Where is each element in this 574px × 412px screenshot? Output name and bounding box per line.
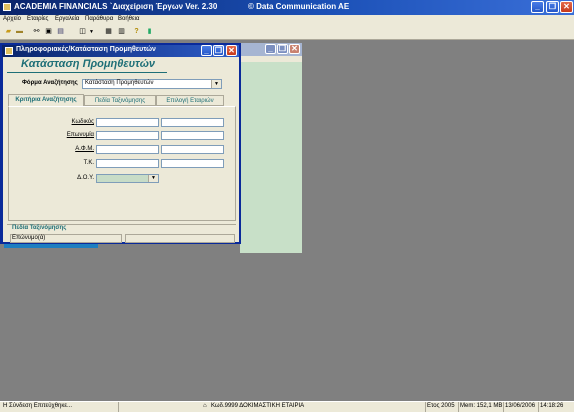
code-from-field[interactable] bbox=[96, 118, 159, 127]
time-status: 14:18:26 bbox=[540, 403, 564, 409]
name-to-field[interactable] bbox=[161, 131, 224, 140]
tab-sort-fields[interactable]: Πεδία Ταξινόμησης bbox=[84, 95, 156, 106]
minimize-button[interactable]: _ bbox=[265, 44, 276, 54]
dialog-title: Πληροφοριακές/Κατάσταση Προμηθευτών bbox=[16, 46, 156, 53]
page-title-text: Κατάσταση Προμηθευτών bbox=[21, 58, 156, 70]
dialog-title-bar: Πληροφοριακές/Κατάσταση Προμηθευτών _ ❐ … bbox=[2, 45, 239, 57]
postcode-to-field[interactable] bbox=[161, 159, 224, 168]
afm-to-field[interactable] bbox=[161, 145, 224, 154]
sort-secondary-field[interactable] bbox=[125, 234, 235, 243]
menu-companies[interactable]: Εταιρίες bbox=[27, 16, 48, 22]
background-window-title: _ ❐ ✕ bbox=[240, 43, 302, 56]
help-icon[interactable]: ? bbox=[132, 28, 141, 36]
calendar-icon[interactable]: ▥ bbox=[117, 28, 126, 36]
minimize-button[interactable]: _ bbox=[201, 45, 212, 56]
date-status: 13/06/2006 bbox=[505, 403, 536, 409]
field-label-postcode: Τ.Κ. bbox=[83, 160, 94, 166]
year-status: Ετος 2005 bbox=[427, 403, 455, 409]
status-bar: Η Σύνδεση Επιτεύχθηκε... ⌂ Κωδ.9999 ΔΟΚΙ… bbox=[0, 401, 574, 412]
preview-icon[interactable]: ▤ bbox=[56, 28, 65, 36]
menu-help[interactable]: Βοήθεια bbox=[118, 16, 140, 22]
sort-section: Πεδία Ταξινόμησης Επώνυμο(ά) bbox=[7, 224, 236, 243]
sort-value-field[interactable]: Επώνυμο(ά) bbox=[10, 234, 122, 243]
name-from-field[interactable] bbox=[96, 131, 159, 140]
home-icon: ⌂ bbox=[203, 403, 207, 409]
grid-icon[interactable]: ▦ bbox=[104, 28, 113, 36]
form-label: Φόρμα Αναζήτησης bbox=[22, 80, 78, 86]
chevron-down-icon[interactable]: ▼ bbox=[211, 80, 221, 88]
tax-office-select[interactable]: ▼ bbox=[96, 174, 159, 183]
app-company: © Data Communication AE bbox=[248, 2, 350, 11]
menu-file[interactable]: Αρχείο bbox=[3, 16, 21, 22]
maximize-button[interactable]: ❐ bbox=[277, 44, 288, 54]
folder-icon[interactable]: ▬ bbox=[15, 28, 24, 36]
menu-tools[interactable]: Εργαλεία bbox=[55, 16, 79, 22]
menu-bar: Αρχείο Εταιρίες Εργαλεία Παράθυρα Βοήθει… bbox=[0, 15, 574, 25]
dropdown-arrow-icon[interactable]: ▼ bbox=[87, 28, 96, 36]
field-label-tax-office: Δ.Ο.Υ. bbox=[77, 175, 94, 181]
layout-icon[interactable]: ◫ bbox=[78, 28, 87, 36]
postcode-from-field[interactable] bbox=[96, 159, 159, 168]
background-window bbox=[240, 43, 302, 253]
code-to-field[interactable] bbox=[161, 118, 224, 127]
company-status: Κωδ.9999 ΔΟΚΙΜΑΣΤΙΚΗ ΕΤΑΙΡΙΑ bbox=[211, 403, 305, 409]
open-folder-icon[interactable]: ▰ bbox=[4, 28, 13, 36]
print-icon[interactable]: ▣ bbox=[44, 28, 53, 36]
afm-from-field[interactable] bbox=[96, 145, 159, 154]
exit-door-icon[interactable]: ▮ bbox=[145, 28, 154, 36]
close-button[interactable]: ✕ bbox=[560, 1, 573, 13]
tab-company-select[interactable]: Επιλογή Εταιριών bbox=[156, 95, 224, 106]
close-button[interactable]: ✕ bbox=[226, 45, 237, 56]
tab-label: Πεδία Ταξινόμησης bbox=[94, 98, 146, 104]
sort-section-label: Πεδία Ταξινόμησης bbox=[12, 225, 67, 231]
window-icon bbox=[5, 47, 13, 55]
app-title: ACADEMIA FINANCIALS `Διαχείριση Έργων Ve… bbox=[14, 2, 218, 11]
page-title: Κατάσταση Προμηθευτών bbox=[7, 58, 167, 73]
memory-status: Mem: 152,1 MB bbox=[460, 403, 503, 409]
form-select[interactable]: Κατάσταση Προμηθευτών ▼ bbox=[82, 79, 222, 89]
form-select-value: Κατάσταση Προμηθευτών bbox=[85, 80, 154, 86]
maximize-button[interactable]: ❐ bbox=[546, 1, 559, 13]
minimize-button[interactable]: _ bbox=[531, 1, 544, 13]
background-window-band bbox=[240, 56, 302, 62]
field-label-code: Κωδικός bbox=[71, 119, 94, 125]
menu-windows[interactable]: Παράθυρα bbox=[85, 16, 113, 22]
app-icon bbox=[3, 3, 11, 11]
sort-value: Επώνυμο(ά) bbox=[12, 235, 46, 241]
close-button[interactable]: ✕ bbox=[289, 44, 300, 54]
app-title-bar: ACADEMIA FINANCIALS `Διαχείριση Έργων Ve… bbox=[0, 0, 574, 15]
toolbar: ▰ ▬ ⚯ ▣ ▤ ◫ ▼ ▦ ▥ ? ▮ bbox=[0, 25, 574, 40]
tab-search-criteria[interactable]: Κριτήρια Αναζήτησης bbox=[8, 94, 84, 106]
connection-status: Η Σύνδεση Επιτεύχθηκε... bbox=[3, 403, 73, 409]
maximize-button[interactable]: ❐ bbox=[213, 45, 224, 56]
binoculars-icon[interactable]: ⚯ bbox=[32, 28, 41, 36]
tab-label: Επιλογή Εταιριών bbox=[166, 98, 214, 104]
tab-label: Κριτήρια Αναζήτησης bbox=[15, 97, 77, 103]
field-label-name: Επωνυμία bbox=[66, 132, 94, 138]
field-label-afm: Α.Φ.Μ. bbox=[75, 146, 94, 152]
chevron-down-icon[interactable]: ▼ bbox=[148, 175, 158, 182]
